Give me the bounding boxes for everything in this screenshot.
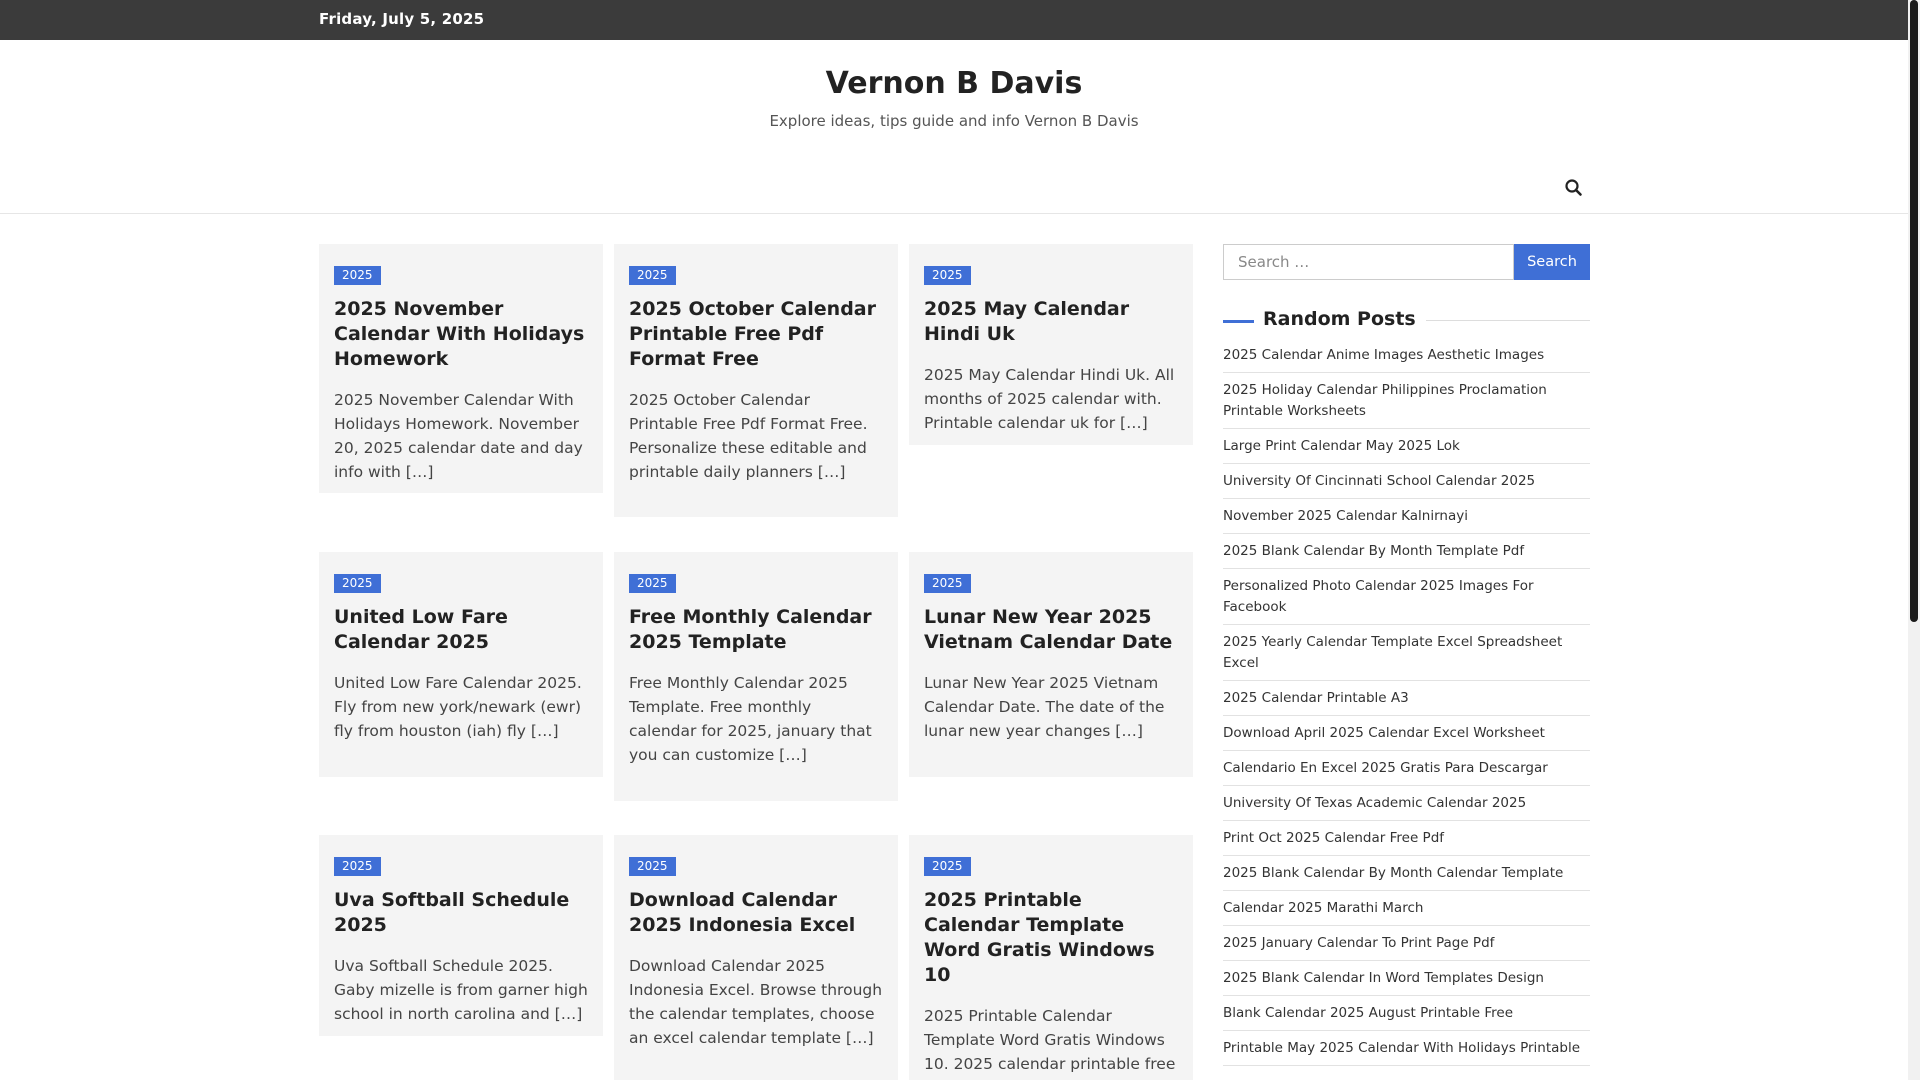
post-excerpt: Lunar New Year 2025 Vietnam Calendar Dat…: [924, 674, 1165, 740]
category-tag[interactable]: 2025: [334, 266, 381, 285]
category-tag[interactable]: 2025: [924, 266, 971, 285]
site-description: Explore ideas, tips guide and info Verno…: [769, 112, 1139, 130]
post-title[interactable]: Lunar New Year 2025 Vietnam Calendar Dat…: [924, 605, 1178, 655]
post-excerpt: 2025 October Calendar Printable Free Pdf…: [629, 391, 868, 481]
post-card: 2025 Download Calendar 2025 Indonesia Ex…: [614, 835, 898, 1080]
random-post-link[interactable]: 2025 Blank Calendar In Word Templates De…: [1223, 968, 1590, 996]
site-title[interactable]: Vernon B Davis: [0, 66, 1908, 101]
random-posts-heading: Random Posts: [1223, 308, 1590, 334]
random-post-link[interactable]: Personalized Photo Calendar 2025 Images …: [1223, 576, 1590, 625]
search-icon[interactable]: [1562, 176, 1586, 200]
post-excerpt: 2025 Printable Calendar Template Word Gr…: [924, 1007, 1176, 1080]
page: Friday, July 5, 2025 Vernon B Davis Expl…: [0, 0, 1908, 1080]
category-tag[interactable]: 2025: [629, 266, 676, 285]
page-scrollbar[interactable]: [1908, 0, 1920, 1080]
random-post-link[interactable]: Blank Calendar 2025 August Printable Fre…: [1223, 1003, 1590, 1031]
post-excerpt: 2025 November Calendar With Holidays Hom…: [334, 391, 583, 481]
post-card: 2025 2025 May Calendar Hindi Uk 2025 May…: [909, 244, 1193, 445]
random-post-link[interactable]: 2025 January Calendar To Print Page Pdf: [1223, 933, 1590, 961]
post-title[interactable]: Uva Softball Schedule 2025: [334, 888, 588, 938]
search-button[interactable]: Search: [1514, 244, 1590, 280]
random-posts-list: 2025 Calendar Anime Images Aesthetic Ima…: [1223, 345, 1590, 1073]
post-title[interactable]: Download Calendar 2025 Indonesia Excel: [629, 888, 883, 938]
category-tag[interactable]: 2025: [334, 857, 381, 876]
category-tag[interactable]: 2025: [629, 857, 676, 876]
post-card: 2025 Lunar New Year 2025 Vietnam Calenda…: [909, 552, 1193, 777]
post-excerpt: Free Monthly Calendar 2025 Template. Fre…: [629, 674, 872, 764]
post-title[interactable]: United Low Fare Calendar 2025: [334, 605, 588, 655]
search-input[interactable]: [1223, 244, 1514, 280]
sidebar-search: Search: [1223, 244, 1590, 280]
post-excerpt: Uva Softball Schedule 2025. Gaby mizelle…: [334, 957, 588, 1023]
post-card: 2025 United Low Fare Calendar 2025 Unite…: [319, 552, 603, 777]
post-card: 2025 2025 November Calendar With Holiday…: [319, 244, 603, 493]
post-title[interactable]: Free Monthly Calendar 2025 Template: [629, 605, 883, 655]
scrollbar-thumb[interactable]: [1910, 0, 1918, 622]
post-excerpt: 2025 May Calendar Hindi Uk. All months o…: [924, 366, 1175, 432]
random-post-link[interactable]: 2025 Calendar Anime Images Aesthetic Ima…: [1223, 345, 1590, 373]
random-post-link[interactable]: Large Print Calendar May 2025 Lok: [1223, 436, 1590, 464]
post-card: 2025 2025 Printable Calendar Template Wo…: [909, 835, 1193, 1080]
random-post-link[interactable]: 2025 Holiday Calendar Philippines Procla…: [1223, 380, 1590, 429]
random-posts-title: Random Posts: [1263, 308, 1426, 330]
category-tag[interactable]: 2025: [334, 574, 381, 593]
random-post-link[interactable]: Print Oct 2025 Calendar Free Pdf: [1223, 828, 1590, 856]
post-excerpt: United Low Fare Calendar 2025. Fly from …: [334, 674, 582, 740]
category-tag[interactable]: 2025: [924, 574, 971, 593]
category-tag[interactable]: 2025: [629, 574, 676, 593]
random-post-link[interactable]: November 2025 Calendar Kalnirnayi: [1223, 506, 1590, 534]
post-card: 2025 Free Monthly Calendar 2025 Template…: [614, 552, 898, 801]
random-post-link[interactable]: 2025 Calendar Printable A3: [1223, 688, 1590, 716]
post-title[interactable]: 2025 November Calendar With Holidays Hom…: [334, 297, 588, 372]
heading-accent-bar: [1223, 320, 1254, 323]
nav-divider: [0, 213, 1908, 214]
random-post-link[interactable]: 2025 Blank Calendar By Month Template Pd…: [1223, 541, 1590, 569]
post-title[interactable]: 2025 May Calendar Hindi Uk: [924, 297, 1178, 347]
post-title[interactable]: 2025 October Calendar Printable Free Pdf…: [629, 297, 883, 372]
random-post-link[interactable]: Calendar 2025 Marathi March: [1223, 898, 1590, 926]
post-excerpt: Download Calendar 2025 Indonesia Excel. …: [629, 957, 883, 1047]
heading-divider: [1403, 320, 1590, 321]
random-post-link[interactable]: University Of Cincinnati School Calendar…: [1223, 471, 1590, 499]
random-post-link[interactable]: University Of Texas Academic Calendar 20…: [1223, 793, 1590, 821]
category-tag[interactable]: 2025: [924, 857, 971, 876]
post-card: 2025 Uva Softball Schedule 2025 Uva Soft…: [319, 835, 603, 1036]
random-post-link[interactable]: 2025 Blank Calendar By Month Calendar Te…: [1223, 863, 1590, 891]
post-card: 2025 2025 October Calendar Printable Fre…: [614, 244, 898, 517]
random-post-link[interactable]: Printable May 2025 Calendar With Holiday…: [1223, 1038, 1590, 1066]
top-bar: Friday, July 5, 2025: [0, 0, 1908, 40]
random-post-link[interactable]: 2025 Yearly Calendar Template Excel Spre…: [1223, 632, 1590, 681]
post-title[interactable]: 2025 Printable Calendar Template Word Gr…: [924, 888, 1178, 988]
random-post-link[interactable]: Calendario En Excel 2025 Gratis Para Des…: [1223, 758, 1590, 786]
current-date: Friday, July 5, 2025: [319, 10, 485, 28]
random-post-link[interactable]: Download April 2025 Calendar Excel Works…: [1223, 723, 1590, 751]
